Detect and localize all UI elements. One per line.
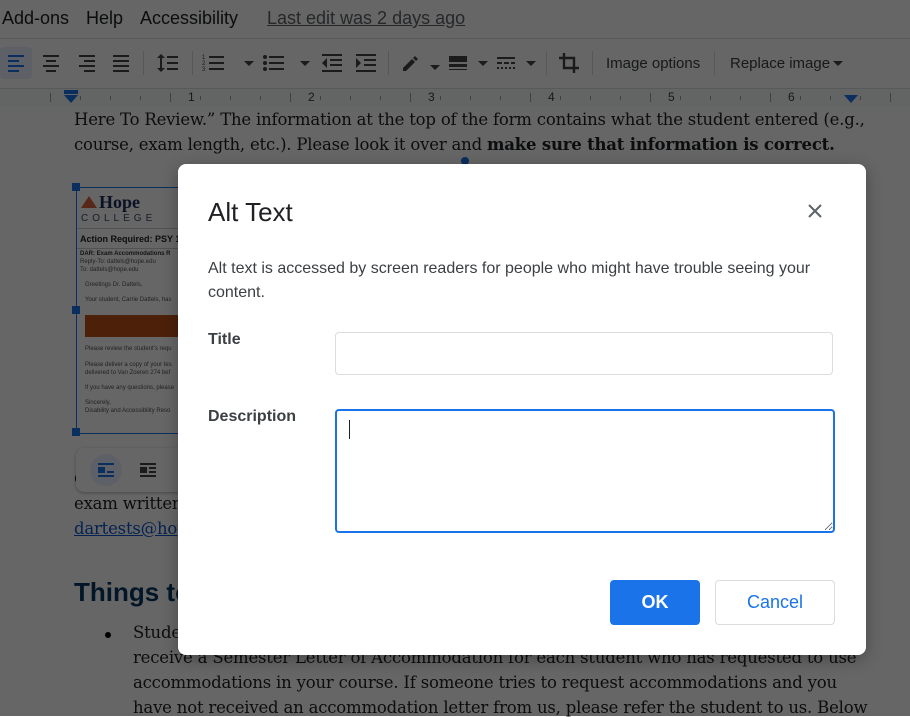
- google-docs-app: Add-ons Help Accessibility Last edit was…: [0, 0, 910, 717]
- close-icon: [808, 204, 822, 218]
- close-button[interactable]: [802, 198, 828, 224]
- dialog-description: Alt text is accessed by screen readers f…: [208, 260, 811, 301]
- title-label: Title: [208, 331, 241, 348]
- cancel-button[interactable]: Cancel: [715, 580, 835, 625]
- text-cursor: [349, 420, 350, 439]
- description-textarea[interactable]: [335, 409, 835, 533]
- dialog-title: Alt Text: [208, 197, 293, 227]
- title-input[interactable]: [335, 332, 833, 375]
- ok-button[interactable]: OK: [610, 580, 700, 625]
- description-label: Description: [208, 408, 297, 425]
- alt-text-dialog: Alt Text Alt text is accessed by screen …: [178, 164, 866, 655]
